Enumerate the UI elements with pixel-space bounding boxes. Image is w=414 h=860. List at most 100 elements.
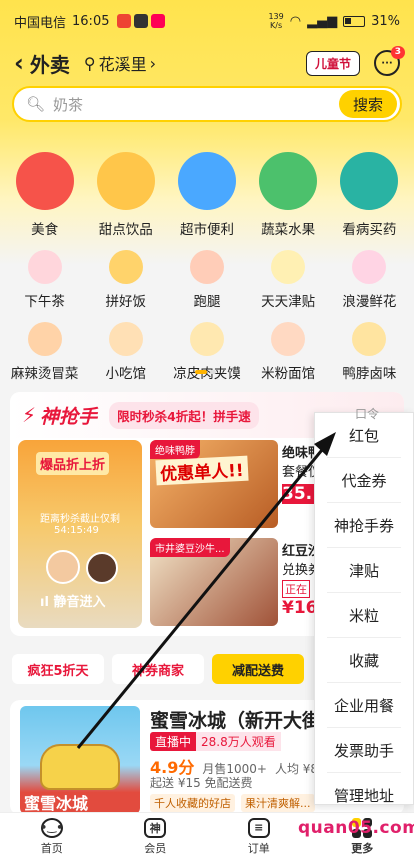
- dessert-icon: [96, 152, 155, 210]
- watermark: quan05.com: [298, 818, 414, 838]
- app-notification-icon: [134, 14, 149, 28]
- app-notification-icon: [151, 14, 166, 28]
- category-grid: 美食 甜点饮品 超市便利 蔬菜水果 看病买药 下午茶 拼好饭 跑腿 天天津贴 浪漫鲜花 麻辣烫冒…: [0, 152, 414, 382]
- more-popup-menu: 口令 红包 代金券 神抢手券 津贴 米粒 收藏 企业用餐 发票助手 管理地址: [314, 407, 414, 805]
- location-selector[interactable]: ⚲ 花溪里 ›: [84, 51, 156, 75]
- category-fruit[interactable]: 蔬菜水果: [249, 152, 327, 238]
- host-avatar: [86, 552, 118, 584]
- flash-sale-logo: 神抢手: [40, 405, 98, 428]
- kids-day-badge[interactable]: 儿童节: [305, 50, 360, 76]
- category-runner[interactable]: 跑腿: [168, 250, 246, 310]
- category-drumstick[interactable]: 小吃馆: [87, 322, 165, 382]
- product-tag: 绝味鸭脖: [150, 440, 200, 459]
- live-enter-button[interactable]: ıl 静音进入: [40, 591, 105, 610]
- category-coupon[interactable]: 天天津贴: [249, 250, 327, 310]
- category-tea-cup[interactable]: 下午茶: [6, 250, 84, 310]
- store-avg-price: 人均 ¥8: [274, 762, 319, 776]
- top-nav: ‹ 外卖 ⚲ 花溪里 › 儿童节 ··· 3: [0, 46, 414, 80]
- tea-cup-icon: [27, 250, 62, 284]
- filter-pill[interactable]: 减配送费: [212, 654, 304, 684]
- filter-pill[interactable]: 神券商家: [112, 654, 204, 684]
- category-label: 美食: [31, 222, 59, 238]
- live-status: 直播中: [150, 732, 197, 751]
- menu-item-flash-coupon[interactable]: 神抢手券: [327, 503, 401, 548]
- signal-icon: ▂▄▆: [307, 13, 338, 29]
- back-icon[interactable]: ‹: [14, 51, 24, 75]
- menu-item-points[interactable]: 米粒: [327, 593, 401, 638]
- store-tags: 千人收藏的好店 果汁清爽解...: [150, 794, 315, 812]
- flower-icon: [352, 250, 387, 284]
- chevron-right-icon: ›: [149, 53, 157, 73]
- category-medicine[interactable]: 看病买药: [330, 152, 408, 238]
- category-label: 麻辣烫冒菜: [10, 366, 79, 382]
- menu-item-voucher[interactable]: 代金券: [327, 458, 401, 503]
- search-input[interactable]: 奶茶: [53, 94, 83, 115]
- chat-bubble-icon: ···: [381, 57, 393, 69]
- host-avatar: [46, 550, 80, 584]
- product-card-duck[interactable]: 绝味鸭脖 优惠单人!!: [150, 440, 278, 528]
- category-dessert[interactable]: 甜点饮品: [87, 152, 165, 238]
- live-viewers: 28.8万人观看: [196, 732, 281, 751]
- category-label: 拼好饭: [105, 294, 147, 310]
- category-flower[interactable]: 浪漫鲜花: [330, 250, 408, 310]
- category-basket[interactable]: 超市便利: [168, 152, 246, 238]
- network-speed: 139 K/s: [268, 12, 284, 30]
- menu-item-business-meal[interactable]: 企业用餐: [327, 683, 401, 728]
- live-stream-card[interactable]: 爆品折上折 距离秒杀截止仅剩 54:15:49 ıl 静音进入: [18, 440, 142, 628]
- category-label: 下午茶: [24, 294, 65, 310]
- category-food[interactable]: 美食: [6, 152, 84, 238]
- category-noodle[interactable]: 米粉面馆: [249, 322, 327, 382]
- app-notification-icon: [117, 14, 132, 28]
- flash-logo-icon: ⚡: [22, 403, 37, 427]
- menu-item-favorites[interactable]: 收藏: [327, 638, 401, 683]
- menu-item-allowance[interactable]: 津贴: [327, 548, 401, 593]
- store-image: 蜜雪冰城: [20, 706, 140, 814]
- location-pin-icon: ⚲: [83, 53, 96, 73]
- menu-peek-label: 口令: [355, 407, 380, 421]
- tab-label: 更多: [351, 841, 374, 855]
- search-icon: 🔍︎: [26, 95, 46, 113]
- category-duck[interactable]: 鸭脖卤味: [330, 322, 408, 382]
- filter-pill[interactable]: 疯狂5折天: [12, 654, 104, 684]
- page-indicator: [195, 370, 216, 374]
- tab-label: 订单: [247, 841, 270, 855]
- tab-member[interactable]: 神 会员: [144, 817, 167, 856]
- clock: 16:05: [72, 13, 110, 29]
- category-label: 超市便利: [179, 222, 234, 238]
- battery-icon: [343, 15, 366, 27]
- search-bar[interactable]: 🔍︎ 奶茶 搜索: [12, 86, 402, 122]
- fruit-icon: [259, 152, 318, 210]
- category-label: 米粉面馆: [261, 366, 316, 382]
- tab-label: 首页: [40, 841, 63, 855]
- menu-item-invoice[interactable]: 发票助手: [327, 728, 401, 773]
- duck-icon: [352, 322, 387, 356]
- medicine-icon: [340, 152, 399, 210]
- product-card-redbean[interactable]: 市井婆豆沙牛...: [150, 538, 278, 626]
- status-bar: 中国电信 16:05 139 K/s ◠ ▂▄▆ 31%: [0, 0, 414, 42]
- store-image-text: 蜜雪冰城: [24, 794, 89, 813]
- store-tag: 千人收藏的好店: [150, 794, 235, 812]
- category-label: 天天津贴: [261, 294, 316, 310]
- category-label: 蔬菜水果: [261, 222, 316, 238]
- category-spicy-pot[interactable]: 麻辣烫冒菜: [6, 322, 84, 382]
- product-banner: 优惠单人!!: [155, 455, 249, 486]
- product-tag: 市井婆豆沙牛...: [150, 538, 230, 557]
- live-countdown-label: 距离秒杀截止仅剩: [40, 514, 120, 525]
- store-tag: 果汁清爽解...: [241, 794, 315, 812]
- message-button[interactable]: ··· 3: [374, 46, 405, 76]
- live-countdown: 54:15:49: [54, 525, 99, 536]
- menu-item-address[interactable]: 管理地址: [327, 773, 401, 818]
- store-live-badge[interactable]: 直播中 28.8万人观看: [150, 732, 281, 751]
- search-button[interactable]: 搜索: [339, 90, 397, 118]
- category-bowl[interactable]: 拼好饭: [87, 250, 165, 310]
- filter-pills: 疯狂5折天 神券商家 减配送费: [12, 654, 304, 684]
- tab-home[interactable]: •‿• 首页: [40, 817, 63, 856]
- tab-orders[interactable]: ≡ 订单: [247, 817, 270, 856]
- home-face-icon: •‿•: [40, 817, 63, 838]
- battery-level: 31%: [371, 13, 400, 29]
- store-delivery: 起送 ¥15 免配送费: [150, 776, 253, 790]
- flash-sale-promo: 限时秒杀4折起！拼手速: [109, 401, 259, 429]
- category-label: 看病买药: [342, 222, 397, 238]
- spicy-pot-icon: [27, 322, 62, 356]
- page-dot-active: [195, 370, 207, 374]
